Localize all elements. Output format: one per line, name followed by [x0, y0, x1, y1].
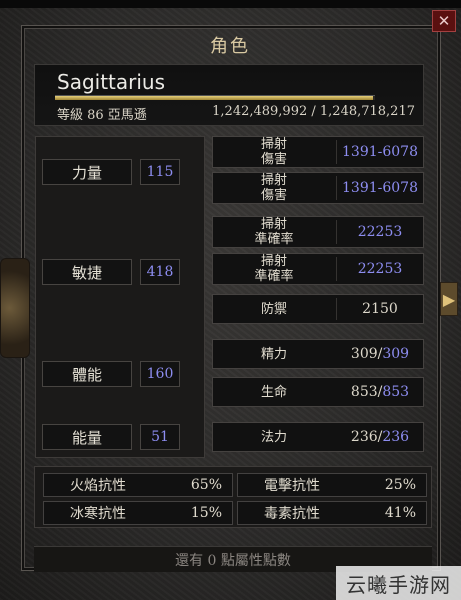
attribute-energy-value: 51 — [140, 424, 180, 450]
cold-resistance: 冰寒抗性 15% — [43, 501, 233, 525]
attack-rating-value-1: 22253 — [357, 224, 403, 240]
damage-label-1-text: 掃射 傷害 — [260, 137, 287, 167]
resistances-panel: 火焰抗性 65% 電擊抗性 25% 冰寒抗性 15% 毒素抗性 41% — [34, 466, 432, 528]
character-header: Sagittarius 等級 86 亞馬遜 1,242,489,992 / 1,… — [34, 64, 424, 126]
mana-max: 236 — [382, 429, 410, 445]
stamina-current: 309 — [350, 346, 378, 362]
experience-bar — [55, 95, 375, 100]
mana-value: 236/236 — [350, 429, 410, 445]
damage-row-2: 掃射 傷害 1391-6078 — [212, 172, 424, 204]
attribute-dexterity-value: 418 — [140, 259, 180, 285]
experience-fill — [55, 96, 374, 100]
character-panel: ✕ 角色 Sagittarius 等級 86 亞馬遜 1,242,489,992… — [0, 0, 461, 600]
damage-value-2: 1391-6078 — [342, 180, 418, 196]
attack-rating-label-2-text: 掃射 準確率 — [254, 254, 294, 284]
mana-current: 236 — [350, 429, 378, 445]
close-icon: ✕ — [437, 12, 451, 30]
close-button[interactable]: ✕ — [432, 10, 456, 32]
defense-row: 防禦 2150 — [212, 294, 424, 324]
life-label: 生命 — [260, 384, 287, 400]
cold-resistance-value: 15% — [190, 505, 222, 521]
stamina-max: 309 — [382, 346, 410, 362]
mana-row: 法力 236/236 — [212, 422, 424, 452]
attribute-energy-label: 能量 — [42, 424, 132, 450]
chevron-right-icon: ▶ — [442, 289, 456, 309]
expand-arrow-button[interactable]: ▶ — [440, 282, 458, 316]
attribute-vitality-label: 體能 — [42, 361, 132, 387]
level-class: 等級 86 亞馬遜 — [57, 108, 147, 123]
life-current: 853 — [350, 384, 378, 400]
damage-label-1: 掃射 傷害 — [213, 137, 335, 167]
fire-resistance: 火焰抗性 65% — [43, 473, 233, 497]
damage-label-2: 掃射 傷害 — [213, 173, 335, 203]
life-value: 853/853 — [350, 384, 410, 400]
mana-label: 法力 — [260, 429, 287, 445]
defense-label: 防禦 — [260, 301, 287, 317]
damage-row-1: 掃射 傷害 1391-6078 — [212, 136, 424, 168]
watermark: 云曦手游网 — [336, 566, 461, 600]
life-max: 853 — [382, 384, 410, 400]
attack-rating-row-1: 掃射 準確率 22253 — [212, 216, 424, 248]
attack-rating-label-1: 掃射 準確率 — [213, 217, 335, 247]
attack-rating-label-2: 掃射 準確率 — [213, 254, 335, 284]
experience-text: 1,242,489,992 / 1,248,718,217 — [212, 104, 415, 119]
top-strip — [0, 0, 461, 8]
life-row: 生命 853/853 — [212, 377, 424, 407]
stamina-label: 精力 — [260, 346, 287, 362]
attribute-vitality-value: 160 — [140, 361, 180, 387]
lightning-resistance-value: 25% — [384, 477, 416, 493]
attribute-strength-label: 力量 — [42, 159, 132, 185]
fire-resistance-value: 65% — [190, 477, 222, 493]
poison-resistance-value: 41% — [384, 505, 416, 521]
damage-value-1: 1391-6078 — [342, 144, 418, 160]
damage-label-2-text: 掃射 傷害 — [260, 173, 287, 203]
attribute-dexterity-label: 敏捷 — [42, 259, 132, 285]
attack-rating-label-1-text: 掃射 準確率 — [254, 217, 294, 247]
lightning-resistance-label: 電擊抗性 — [264, 478, 320, 494]
panel-title: 角色 — [210, 36, 250, 57]
stamina-row: 精力 309/309 — [212, 339, 424, 369]
cold-resistance-label: 冰寒抗性 — [70, 506, 126, 522]
poison-resistance: 毒素抗性 41% — [237, 501, 427, 525]
attack-rating-row-2: 掃射 準確率 22253 — [212, 253, 424, 285]
lightning-resistance: 電擊抗性 25% — [237, 473, 427, 497]
fire-resistance-label: 火焰抗性 — [70, 478, 126, 494]
left-ornament — [0, 258, 30, 358]
poison-resistance-label: 毒素抗性 — [264, 506, 320, 522]
character-name: Sagittarius — [57, 70, 166, 94]
attack-rating-value-2: 22253 — [357, 261, 403, 277]
attribute-strength-value: 115 — [140, 159, 180, 185]
defense-value: 2150 — [362, 301, 398, 317]
stamina-value: 309/309 — [350, 346, 410, 362]
